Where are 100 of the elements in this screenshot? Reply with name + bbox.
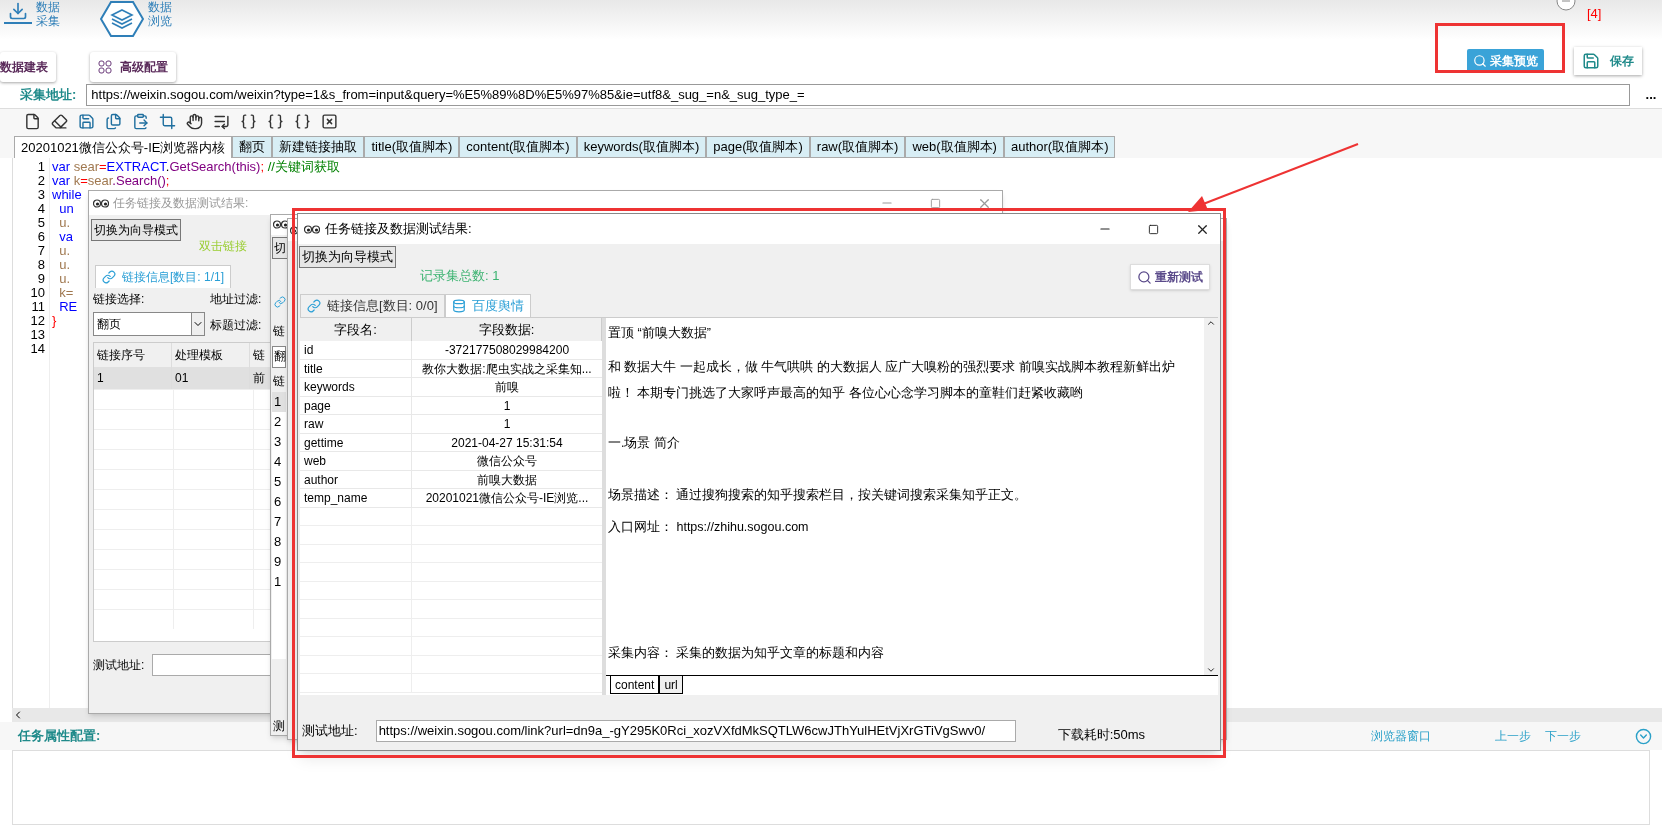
table-row[interactable]: 1 01 前 <box>94 367 272 389</box>
field-value: 教你大数据:爬虫实战之采集知... <box>421 360 593 377</box>
editor-tab[interactable]: author(取值脚本) <box>1003 136 1116 158</box>
code-line: var sear=EXTRACT.GetSearch(this); //关键词获取 <box>52 160 340 174</box>
nav-label: 数据 <box>36 0 60 14</box>
table-cell-text: 8 <box>273 532 283 551</box>
table-cell: 1 <box>94 367 172 389</box>
table-cell-text: 3 <box>273 432 283 451</box>
content-line: 场景描述： 通过搜狗搜索的知乎搜索栏目，按关键词搜索采集知乎正文。 <box>608 487 1029 504</box>
editor-tab[interactable]: 新建链接抽取 <box>272 136 365 158</box>
line-number: 14 <box>30 342 45 356</box>
link-select-label: 链接选择: <box>93 291 146 308</box>
code-line: while <box>52 188 82 202</box>
table-cell-text: 5 <box>273 472 283 491</box>
window-title: 任务链接及数据测试结果: <box>325 220 472 239</box>
line-number: 9 <box>37 272 45 286</box>
field-value: 微信公众号 <box>476 453 538 470</box>
content-line: 和 数据大牛 一起成长，做 牛气哄哄 的大数据人 应广大嗅粉的强烈要求 前嗅实战脚本教程新鲜出炉 <box>608 359 1176 376</box>
link-label: 链 <box>273 323 285 341</box>
more-button[interactable]: ... <box>1640 84 1662 106</box>
table-cell-text: 1 <box>273 572 283 591</box>
code-line: va <box>58 230 73 244</box>
mode-button[interactable]: 切换为向导模式 <box>91 219 181 241</box>
field-value: 1 <box>502 416 512 433</box>
mode-button[interactable]: 切 <box>272 236 288 259</box>
line-number: 3 <box>37 188 45 202</box>
content-line: 一.场景 简介 <box>608 435 681 452</box>
content-line: 入口网址： https://zhihu.sogou.com <box>608 519 810 536</box>
test-url-label: 测试地址: <box>93 657 145 674</box>
editor-tab[interactable]: raw(取值脚本) <box>809 136 906 158</box>
line-number: 12 <box>30 314 45 328</box>
field-name: title <box>300 359 412 377</box>
column-header[interactable]: 字段名: <box>300 318 412 341</box>
code-line: u. <box>58 258 71 272</box>
table-cell-text: 7 <box>273 512 283 531</box>
record-count: 记录集总数: 1 <box>420 267 500 285</box>
table-cell-text: 9 <box>273 552 283 571</box>
code-line: un <box>58 202 74 216</box>
window-title: 任务链接及数据测试结果: <box>113 195 249 212</box>
url-filter-label: 地址过滤: <box>210 291 262 308</box>
field-value: 1 <box>502 397 512 414</box>
field-name: page <box>300 396 412 414</box>
field-name: author <box>300 470 412 488</box>
field-value: 2021-04-27 15:31:54 <box>450 434 564 451</box>
nav-button[interactable]: 数据 采集 <box>4 0 60 38</box>
line-number: 2 <box>37 174 45 188</box>
toolbar-button[interactable]: 数据建表 <box>0 52 56 82</box>
test-url-field[interactable]: https://weixin.sogou.com/link?url=dn9a_-gY295K0Rci_xozVXfdMkSQTLW6cwJThYulHEtVjXrGTiVgSwv0/ <box>375 719 1016 742</box>
save-button[interactable]: 保存 <box>1574 47 1642 75</box>
retest-button[interactable]: 重新测试 <box>1130 264 1210 290</box>
link-select[interactable]: 翻页 <box>93 312 205 336</box>
field-name: id <box>300 341 412 359</box>
field-name: web <box>300 452 412 470</box>
line-number: 11 <box>31 300 45 314</box>
section-title: 任务属性配置: <box>18 727 101 746</box>
field-name: keywords <box>300 378 412 396</box>
line-number: 1 <box>37 160 45 174</box>
editor-tab[interactable]: 20201021微信公众号-IE浏览器内核 <box>14 136 233 158</box>
field-name: gettime <box>300 433 412 451</box>
content-line: 置顶 “前嗅大数据” <box>608 325 712 342</box>
field-value: -372177508029984200 <box>443 342 571 359</box>
url-field[interactable]: https://weixin.sogou.com/weixin?type=1&s_from=input&query=%E5%89%8D%E5%97%85&ie=utf8&_sug_=n&_sug_type_= <box>86 84 1630 106</box>
field-name: temp_name <box>300 489 412 507</box>
url-label: 采集地址: <box>20 86 77 105</box>
line-number: 7 <box>37 244 45 258</box>
line-number: 10 <box>30 286 45 300</box>
editor-tab[interactable]: title(取值脚本) <box>364 136 460 158</box>
code-line: } <box>52 314 57 328</box>
toolbar-button[interactable]: 高级配置 <box>90 52 176 82</box>
test-url-label: 测 <box>273 718 285 735</box>
editor-tab[interactable]: 翻页 <box>232 136 273 158</box>
field-value: 前嗅大数据 <box>476 471 538 488</box>
mode-button[interactable]: 切换为向导模式 <box>299 246 396 268</box>
content-tab[interactable]: url <box>659 676 683 694</box>
result-tab[interactable]: 链接信息[数目: 0/0] <box>300 294 445 317</box>
editor-tab[interactable]: web(取值脚本) <box>905 136 1004 158</box>
title-filter-label: 标题过滤: <box>210 317 262 334</box>
code-line: u. <box>58 244 71 258</box>
table-cell: 1 <box>272 391 286 412</box>
field-value: 前嗅 <box>494 379 520 396</box>
editor-tab[interactable]: keywords(取值脚本) <box>576 136 707 158</box>
nav-label: 浏览 <box>148 14 172 28</box>
nav-button[interactable]: 数据 浏览 <box>100 0 172 38</box>
table-cell: 01 <box>172 367 250 389</box>
column-header[interactable]: 字段数据: <box>412 318 602 341</box>
table-cell-text: 6 <box>273 492 283 511</box>
code-line: u. <box>58 272 71 286</box>
line-number: 13 <box>30 328 45 342</box>
editor-tab[interactable]: content(取值脚本) <box>459 136 577 158</box>
content-text-area[interactable]: 置顶 “前嗅大数据” 和 数据大牛 一起成长，做 牛气哄哄 的大数据人 应广大嗅粉的强烈要求 前嗅实战脚本教程新鲜出炉 啦！ 本期专门挑选了大家呼声最高的知乎 各位心心念学习脚本的童鞋们赶紧收藏哟 一.场景 简介 场景描述： 通过搜狗搜索的知乎搜索栏目，按关键词搜索采集知乎正文。 入口网址： https://zhihu.sogou.com 采集内容： 采集的数据为知乎文章的标题和内容 <box>606 318 1204 675</box>
line-number: 5 <box>37 216 45 230</box>
editor-tab[interactable]: page(取值脚本) <box>706 136 810 158</box>
code-line: k= <box>58 286 74 300</box>
content-tab[interactable]: content <box>610 676 660 694</box>
code-line: RE <box>58 300 78 314</box>
line-number: 6 <box>37 230 45 244</box>
nav-label: 数据 <box>148 0 172 14</box>
nav-label: 采集 <box>36 14 60 28</box>
link-select[interactable]: 翻 <box>272 346 286 369</box>
field-name: raw <box>300 415 412 433</box>
